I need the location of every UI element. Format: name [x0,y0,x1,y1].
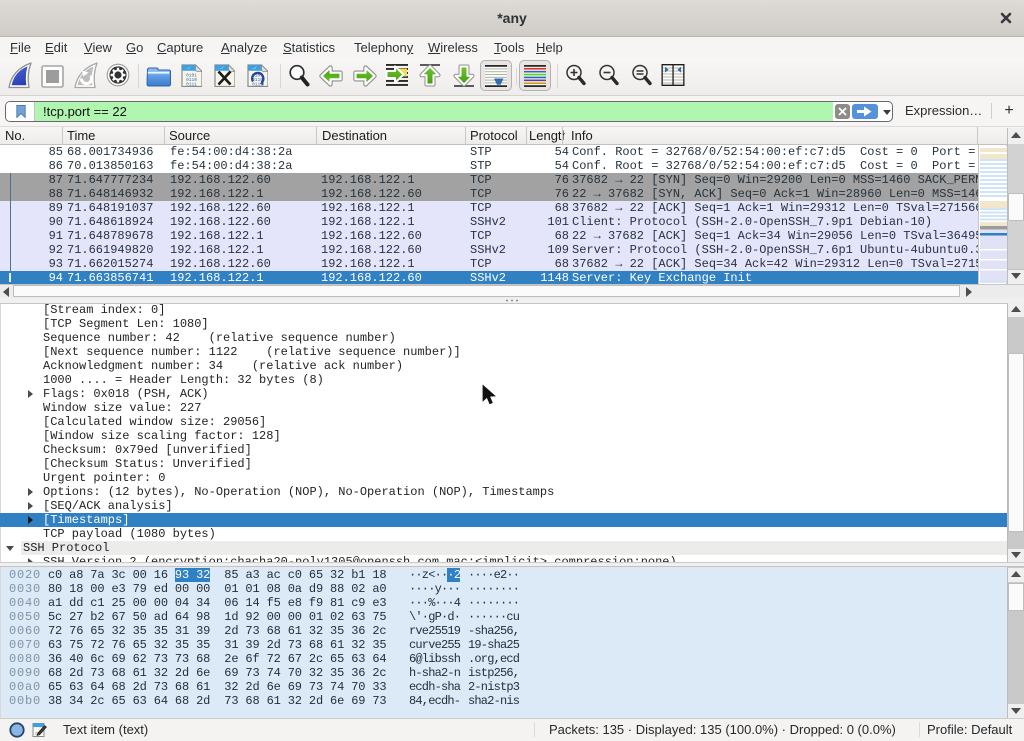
svg-text:0111: 0111 [186,82,197,88]
